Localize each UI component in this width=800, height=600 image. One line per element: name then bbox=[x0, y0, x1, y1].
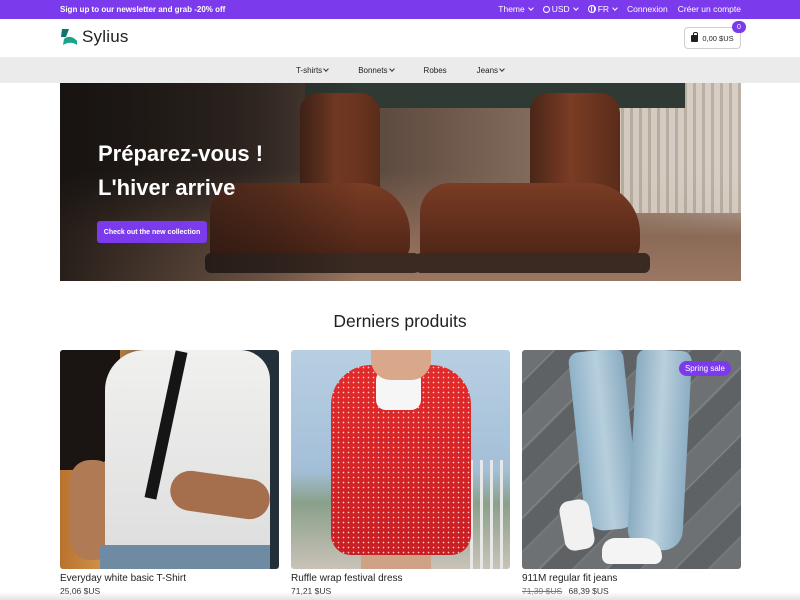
nav-item-label: Bonnets bbox=[358, 65, 388, 75]
promo-bar: Sign up to our newsletter and grab -20% … bbox=[0, 0, 800, 19]
hero-title-line2: L'hiver arrive bbox=[98, 175, 236, 200]
topbar-controls: Theme USD FR Connexion Créer un compte bbox=[498, 4, 741, 14]
product-image-detail bbox=[626, 350, 693, 552]
product-name[interactable]: Ruffle wrap festival dress bbox=[291, 573, 510, 584]
product-image-detail bbox=[100, 545, 270, 569]
chevron-down-icon bbox=[612, 5, 618, 11]
cart-total: 0,00 $US bbox=[702, 33, 734, 43]
logo[interactable]: Sylius bbox=[60, 27, 129, 47]
product-image-detail bbox=[602, 538, 662, 564]
login-link[interactable]: Connexion bbox=[627, 4, 668, 14]
main-nav: T-shirts Bonnets Robes Jeans bbox=[0, 57, 800, 83]
chevron-down-icon bbox=[323, 66, 330, 72]
product-card[interactable]: Everyday white basic T-Shirt 25,06 $US bbox=[60, 350, 279, 596]
product-image[interactable] bbox=[60, 350, 279, 569]
nav-item-jeans[interactable]: Jeans bbox=[476, 65, 505, 75]
nav-item-bonnets[interactable]: Bonnets bbox=[358, 65, 395, 75]
sylius-logo-icon bbox=[61, 29, 77, 45]
nav-item-label: Jeans bbox=[476, 65, 499, 75]
nav-item-label: T-shirts bbox=[295, 65, 323, 75]
logo-text: Sylius bbox=[82, 27, 129, 46]
shopping-bag-icon bbox=[691, 31, 699, 42]
theme-label: Theme bbox=[498, 4, 525, 14]
register-link[interactable]: Créer un compte bbox=[678, 4, 741, 14]
hero-banner: Préparez-vous ! L'hiver arrive Check out… bbox=[60, 83, 741, 281]
hero-boot-right bbox=[415, 93, 680, 281]
nav-item-label: Robes bbox=[423, 65, 447, 75]
language-dropdown[interactable]: FR bbox=[587, 4, 618, 14]
currency-dropdown[interactable]: USD bbox=[542, 4, 579, 14]
product-image-detail bbox=[105, 350, 270, 555]
chevron-down-icon bbox=[499, 66, 505, 72]
hero-title-line1: Préparez-vous ! bbox=[98, 141, 264, 166]
globe-icon bbox=[587, 5, 596, 13]
new-collection-button[interactable]: Check out the new collection bbox=[97, 221, 207, 243]
site-header: Sylius 0,00 $US 0 bbox=[0, 19, 800, 57]
newsletter-promo-link[interactable]: Sign up to our newsletter and grab -20% … bbox=[60, 5, 225, 14]
currency-label: USD bbox=[551, 4, 570, 14]
product-name[interactable]: 911M regular fit jeans bbox=[522, 573, 741, 584]
language-label: FR bbox=[597, 4, 610, 14]
cart-button[interactable]: 0,00 $US 0 bbox=[684, 21, 746, 49]
nav-item-robes[interactable]: Robes bbox=[424, 66, 447, 75]
product-image[interactable] bbox=[291, 350, 510, 569]
product-image-detail bbox=[470, 460, 510, 569]
section-title: Derniers produits bbox=[333, 311, 467, 331]
chevron-down-icon bbox=[527, 5, 534, 11]
chevron-down-icon bbox=[572, 5, 579, 11]
product-name[interactable]: Everyday white basic T-Shirt bbox=[60, 573, 279, 584]
product-image-detail bbox=[371, 350, 431, 380]
bottom-fade bbox=[0, 592, 800, 600]
product-card[interactable]: Spring sale 911M regular fit jeans 71,39… bbox=[522, 350, 741, 596]
coins-icon bbox=[542, 5, 550, 13]
product-image[interactable]: Spring sale bbox=[522, 350, 741, 569]
nav-item-tshirts[interactable]: T-shirts bbox=[295, 65, 330, 75]
product-card[interactable]: Ruffle wrap festival dress 71,21 $US bbox=[291, 350, 510, 596]
theme-dropdown[interactable]: Theme bbox=[498, 4, 534, 14]
sale-badge: Spring sale bbox=[678, 361, 731, 376]
cart-count-badge: 0 bbox=[732, 21, 746, 33]
chevron-down-icon bbox=[388, 66, 395, 72]
